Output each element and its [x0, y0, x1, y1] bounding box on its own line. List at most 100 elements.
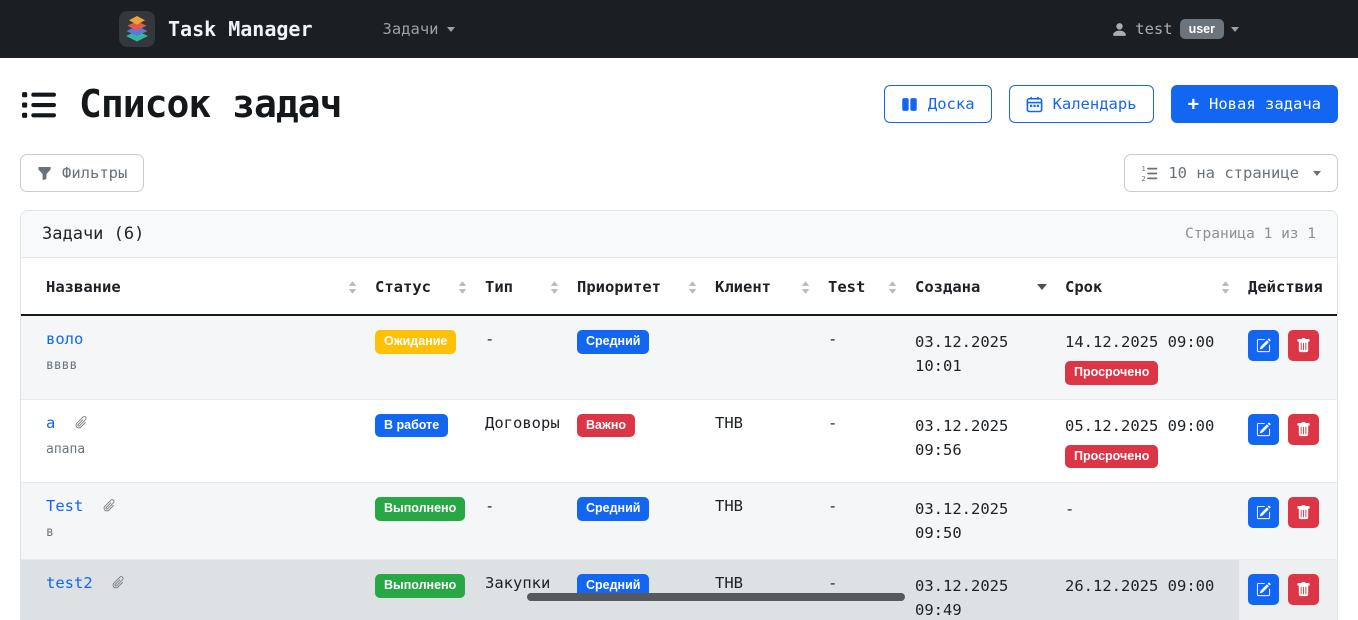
paperclip-icon: [71, 412, 92, 433]
sort-icon[interactable]: [1221, 281, 1230, 294]
column-header[interactable]: Test: [819, 258, 906, 315]
type-cell: Закупки: [476, 560, 568, 620]
pencil-square-icon: [1256, 582, 1271, 597]
sort-icon[interactable]: [348, 281, 357, 294]
sort-icon[interactable]: [888, 281, 897, 294]
column-header[interactable]: Создана: [906, 258, 1056, 315]
trash-icon: [1296, 505, 1311, 520]
edit-task-button[interactable]: [1248, 330, 1279, 361]
status-cell: Выполнено: [366, 483, 476, 560]
created-time: 10:01: [915, 354, 1047, 378]
filters-button[interactable]: Фильтры: [20, 154, 144, 192]
test-cell: -: [819, 399, 906, 483]
filters-button-label: Фильтры: [62, 164, 127, 182]
calendar-view-button[interactable]: Календарь: [1009, 85, 1154, 123]
per-page-label: 10 на странице: [1168, 164, 1299, 182]
brand[interactable]: Task Manager: [119, 11, 313, 47]
task-row[interactable]: test2 Выполнено Закупки Средний ТНВ - 03…: [21, 560, 1338, 620]
type-cell: Договоры: [476, 399, 568, 483]
task-row[interactable]: Test в Выполнено - Средний ТНВ - 03.12.2…: [21, 483, 1338, 560]
per-page-dropdown[interactable]: 1 2 10 на странице: [1124, 154, 1338, 192]
due-cell: 26.12.2025 09:00: [1056, 560, 1239, 620]
user-name: test: [1135, 20, 1172, 38]
delete-task-button[interactable]: [1288, 330, 1319, 361]
delete-task-button[interactable]: [1288, 497, 1319, 528]
sort-icon[interactable]: [458, 281, 467, 294]
task-name-link[interactable]: воло: [46, 330, 83, 348]
column-header[interactable]: Клиент: [706, 258, 819, 315]
top-navbar: Task Manager Задачи test user: [0, 0, 1358, 58]
column-header[interactable]: Название: [21, 258, 366, 315]
created-time: 09:56: [915, 438, 1047, 462]
nav-item-tasks[interactable]: Задачи: [383, 20, 455, 38]
column-label: Действия: [1248, 278, 1323, 296]
priority-badge: Средний: [577, 330, 649, 354]
status-cell: Ожидание: [366, 315, 476, 399]
task-name-link[interactable]: test2: [46, 574, 93, 592]
task-name-cell: Test в: [21, 483, 366, 560]
calendar-button-label: Календарь: [1053, 95, 1137, 113]
task-subtitle: в: [46, 525, 357, 540]
status-cell: В работе: [366, 399, 476, 483]
sort-icon[interactable]: [550, 281, 559, 294]
actions-cell: [1239, 483, 1338, 560]
user-menu[interactable]: test user: [1111, 19, 1239, 39]
column-label: Создана: [915, 278, 980, 296]
delete-task-button[interactable]: [1288, 574, 1319, 605]
due-date: 05.12.2025 09:00: [1065, 414, 1230, 438]
status-badge: Ожидание: [375, 330, 456, 354]
created-date: 03.12.2025: [915, 574, 1047, 598]
column-label: Test: [828, 278, 865, 296]
created-time: 09:50: [915, 521, 1047, 545]
test-cell: -: [819, 315, 906, 399]
type-cell: -: [476, 483, 568, 560]
column-header[interactable]: Приоритет: [568, 258, 706, 315]
numbered-list-icon: 1 2: [1141, 165, 1158, 182]
edit-task-button[interactable]: [1248, 497, 1279, 528]
board-button-label: Доска: [928, 95, 975, 113]
sort-icon[interactable]: [801, 281, 810, 294]
type-cell: -: [476, 315, 568, 399]
horizontal-scrollbar-thumb[interactable]: [527, 593, 905, 601]
overdue-badge: Просрочено: [1065, 361, 1158, 385]
status-badge: Выполнено: [375, 574, 465, 598]
priority-cell: Важно: [568, 399, 706, 483]
task-row[interactable]: a апапа В работе Договоры Важно ТНВ - 03…: [21, 399, 1338, 483]
sort-icon[interactable]: [688, 281, 697, 294]
edit-task-button[interactable]: [1248, 574, 1279, 605]
person-icon: [1111, 21, 1128, 38]
column-header[interactable]: Срок: [1056, 258, 1239, 315]
new-task-button-label: Новая задача: [1209, 95, 1321, 113]
svg-text:2: 2: [1142, 174, 1146, 181]
task-name-link[interactable]: a: [46, 414, 55, 432]
chevron-down-icon: [447, 27, 455, 32]
priority-cell: Средний: [568, 315, 706, 399]
pencil-square-icon: [1256, 505, 1271, 520]
paperclip-icon: [108, 572, 129, 593]
chevron-down-icon: [1313, 171, 1321, 176]
sort-desc-icon[interactable]: [1037, 284, 1047, 290]
trash-icon: [1296, 582, 1311, 597]
app-logo-icon: [119, 11, 155, 47]
task-row[interactable]: воло вввв Ожидание - Средний - 03.12.202…: [21, 315, 1338, 399]
trash-icon: [1296, 338, 1311, 353]
edit-task-button[interactable]: [1248, 414, 1279, 445]
column-header[interactable]: Статус: [366, 258, 476, 315]
column-label: Клиент: [715, 278, 771, 296]
test-cell: -: [819, 483, 906, 560]
nav-item-label: Задачи: [383, 20, 439, 38]
column-header[interactable]: Действия: [1239, 258, 1338, 315]
delete-task-button[interactable]: [1288, 414, 1319, 445]
calendar-icon: [1026, 96, 1043, 113]
list-icon: [20, 86, 57, 123]
column-header[interactable]: Тип: [476, 258, 568, 315]
new-task-button[interactable]: + Новая задача: [1171, 85, 1338, 123]
brand-title: Task Manager: [168, 17, 313, 41]
filter-icon: [37, 166, 52, 181]
column-label: Приоритет: [577, 278, 661, 296]
tasks-table: Название Статус Тип Приоритет: [21, 258, 1338, 620]
due-date: 14.12.2025 09:00: [1065, 330, 1230, 354]
task-name-link[interactable]: Test: [46, 497, 83, 515]
board-view-button[interactable]: Доска: [884, 85, 992, 123]
client-cell: ТНВ: [706, 399, 819, 483]
